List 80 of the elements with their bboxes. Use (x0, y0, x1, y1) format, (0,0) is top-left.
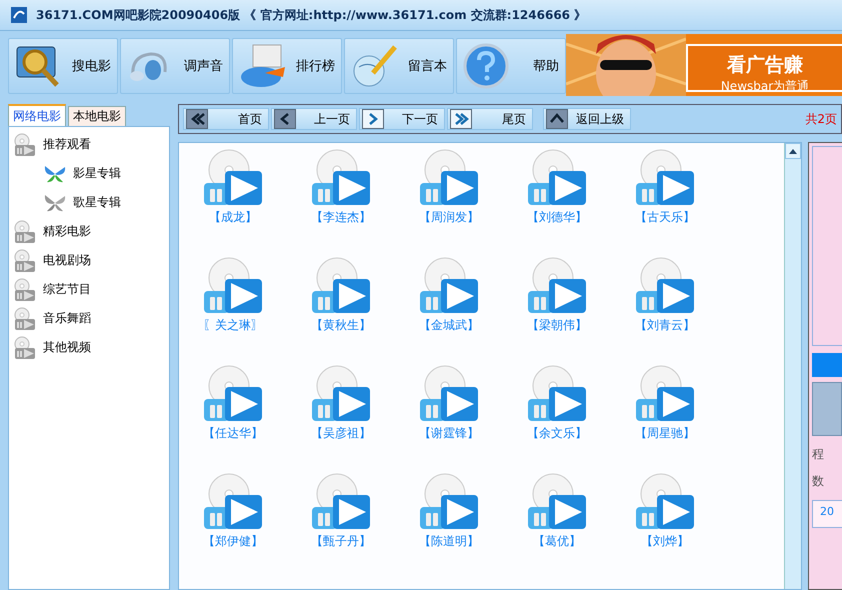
tab[interactable]: 网络电影 (8, 104, 66, 126)
video-link[interactable]: 【刘德华】 (527, 209, 587, 226)
disc-play-icon[interactable] (311, 365, 371, 423)
video-link[interactable]: 【梁朝伟】 (527, 317, 587, 334)
tree-item[interactable]: 推荐观看 (13, 130, 165, 159)
disc-play-icon[interactable] (635, 149, 695, 207)
disc-play-icon[interactable] (419, 365, 479, 423)
disc-play-icon (13, 132, 37, 156)
disc-play-icon[interactable] (527, 257, 587, 315)
disc-play-icon (13, 336, 37, 360)
video-link[interactable]: 〖关之琳〗 (203, 317, 263, 334)
video-link[interactable]: 【葛优】 (533, 533, 581, 550)
tree-item[interactable]: 音乐舞蹈 (13, 304, 165, 333)
nav-button[interactable]: 首页 (183, 108, 269, 130)
nav-button[interactable]: 尾页 (447, 108, 533, 130)
video-link[interactable]: 【任达华】 (203, 425, 263, 442)
scrollbar[interactable] (784, 143, 801, 589)
toolbar-button[interactable]: 帮助 (456, 38, 566, 94)
tree-item[interactable]: 歌星专辑 (13, 188, 165, 217)
globe-pen-icon (351, 43, 399, 89)
toolbar-button[interactable]: 搜电影 (8, 38, 118, 94)
up-arrow-icon (789, 148, 797, 154)
video-link[interactable]: 【周星驰】 (635, 425, 695, 442)
nav-button[interactable]: 返回上级 (543, 108, 631, 130)
toolbar-button[interactable]: 排行榜 (232, 38, 342, 94)
disc-play-icon (13, 248, 37, 272)
page-count: 共2页 (805, 110, 837, 128)
disc-play-icon[interactable] (311, 473, 371, 531)
video-link[interactable]: 【金城武】 (419, 317, 479, 334)
disc-play-icon (13, 278, 37, 302)
video-link[interactable]: 【陈道明】 (419, 533, 479, 550)
tree-item[interactable]: 影星专辑 (13, 159, 165, 188)
disc-play-icon[interactable] (527, 365, 587, 423)
nav-button[interactable]: 下一页 (359, 108, 445, 130)
tree-item[interactable]: 精彩电影 (13, 217, 165, 246)
disc-play-icon[interactable] (311, 149, 371, 207)
disc-play-icon[interactable] (203, 365, 263, 423)
video-link[interactable]: 【刘青云】 (635, 317, 695, 334)
scroll-up-button[interactable] (785, 143, 801, 159)
video-link[interactable]: 【郑伊健】 (203, 533, 263, 550)
disc-play-icon (13, 220, 37, 244)
disc-play-icon[interactable] (311, 257, 371, 315)
disc-play-icon[interactable] (419, 257, 479, 315)
video-link[interactable]: 【黄秋生】 (311, 317, 371, 334)
disc-play-icon[interactable] (635, 365, 695, 423)
video-link[interactable]: 【余文乐】 (527, 425, 587, 442)
help-icon (463, 43, 509, 89)
disc-play-icon[interactable] (203, 473, 263, 531)
toolbar-button[interactable]: 调声音 (120, 38, 230, 94)
tab[interactable]: 本地电影 (68, 106, 126, 126)
disc-play-icon[interactable] (635, 473, 695, 531)
app-icon (10, 6, 28, 24)
tree-item[interactable]: 电视剧场 (13, 246, 165, 275)
disc-play-icon[interactable] (527, 473, 587, 531)
disc-play-icon[interactable] (419, 149, 479, 207)
disc-play-icon[interactable] (635, 257, 695, 315)
ad-headline: 看广告赚 (727, 53, 803, 78)
tree-item[interactable]: 其他视频 (13, 333, 165, 362)
disc-play-icon[interactable] (419, 473, 479, 531)
disc-play-icon[interactable] (203, 149, 263, 207)
nav-button[interactable]: 上一页 (271, 108, 357, 130)
side-field: 20 (812, 500, 842, 528)
video-link[interactable]: 【李连杰】 (311, 209, 371, 226)
video-link[interactable]: 【刘烨】 (641, 533, 689, 550)
disc-play-icon[interactable] (203, 257, 263, 315)
video-link[interactable]: 【成龙】 (209, 209, 257, 226)
info-block (812, 382, 842, 436)
disc-play-icon[interactable] (527, 149, 587, 207)
video-link[interactable]: 【古天乐】 (635, 209, 695, 226)
video-link[interactable]: 【周润发】 (419, 209, 479, 226)
side-label: 数 (812, 473, 825, 490)
side-bar-strip (812, 353, 842, 377)
disc-play-icon (13, 306, 37, 330)
video-link[interactable]: 【吴彦祖】 (311, 425, 371, 442)
video-link[interactable]: 【甄子丹】 (311, 533, 371, 550)
side-label: 程 (812, 446, 825, 463)
tree-item[interactable]: 综艺节目 (13, 275, 165, 304)
toolbar-button[interactable]: 留言本 (344, 38, 454, 94)
window-title: 36171.COM网吧影院20090406版 《 官方网址:http://www.36171.com 交流群:1246666 》 (36, 6, 586, 24)
video-link[interactable]: 【谢霆锋】 (419, 425, 479, 442)
